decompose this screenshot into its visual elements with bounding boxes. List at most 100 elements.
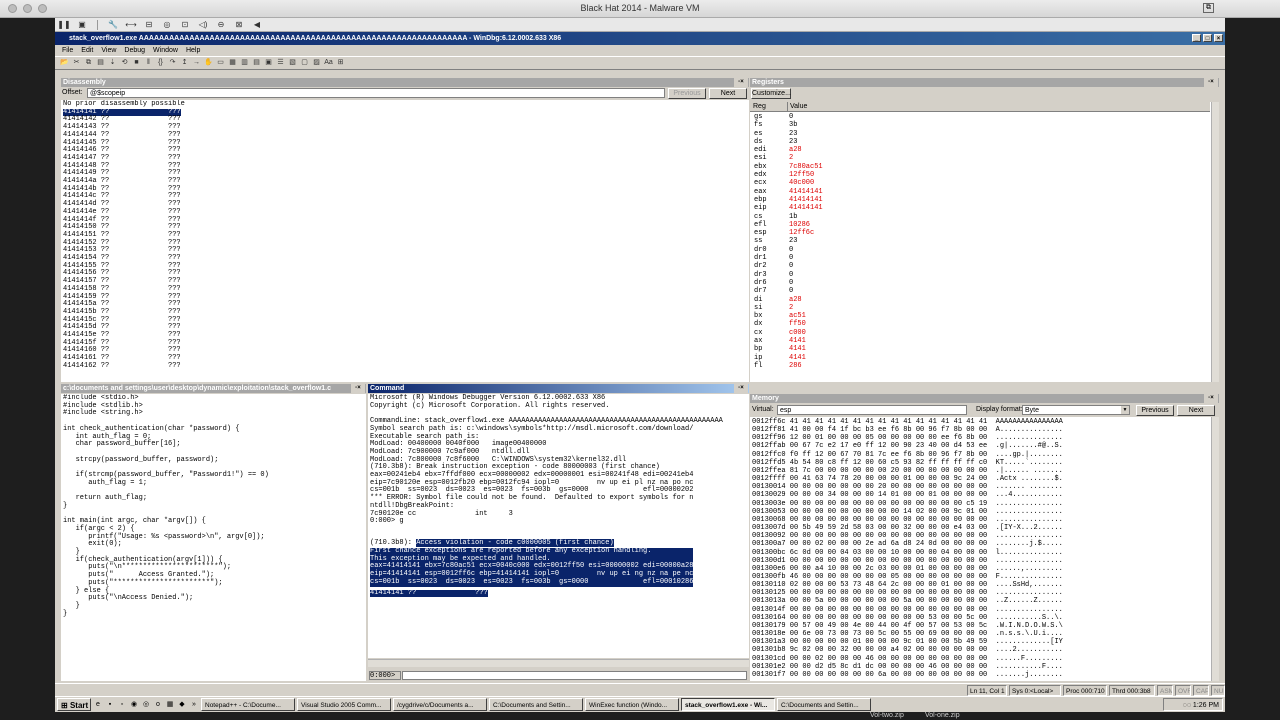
menu-window[interactable]: Window	[150, 45, 181, 56]
register-row[interactable]: dr1 0	[750, 254, 1210, 262]
next-button[interactable]: Next	[709, 88, 747, 99]
register-row[interactable]: edx 12ff50	[750, 171, 1210, 179]
desktop-file[interactable]: Vol-one.zip	[925, 712, 960, 720]
register-row[interactable]: ax 4141	[750, 337, 1210, 345]
cmd-icon[interactable]: ▪	[105, 700, 115, 710]
register-row[interactable]: cx c000	[750, 329, 1210, 337]
close-icon[interactable]: ×	[1214, 34, 1223, 42]
snapshot-icon[interactable]: ▣	[73, 19, 91, 31]
offset-input[interactable]: @$scopeip	[87, 88, 665, 98]
display-format-select[interactable]: Byte ▼	[1022, 405, 1130, 415]
watch-window-icon[interactable]: ▦	[227, 58, 238, 68]
register-row[interactable]: dr0 0	[750, 246, 1210, 254]
register-row[interactable]: dr3 0	[750, 271, 1210, 279]
go-icon[interactable]: ⇣	[107, 58, 118, 68]
col-value[interactable]: Value	[787, 102, 807, 111]
command-input[interactable]	[402, 671, 747, 680]
copy-icon[interactable]: ⧉	[83, 58, 94, 68]
register-row[interactable]: si 2	[750, 304, 1210, 312]
cd-icon[interactable]: ◎	[158, 19, 176, 31]
pane-close-icon[interactable]: ▫×	[734, 78, 748, 87]
lock-icon[interactable]: ⊡	[176, 19, 194, 31]
taskbar-notepadpp[interactable]: Notepad++ - C:\Docume...	[201, 698, 295, 711]
scale-icon[interactable]: ⊠	[230, 19, 248, 31]
pane-close-icon[interactable]: ▫×	[351, 384, 365, 393]
tool-icon[interactable]: ◆	[177, 700, 187, 710]
restart-icon[interactable]: ⟲	[119, 58, 130, 68]
more-icon[interactable]: »	[189, 700, 199, 710]
scratch-pad-icon[interactable]: ▢	[299, 58, 310, 68]
menu-help[interactable]: Help	[183, 45, 203, 56]
source-text-area[interactable]: #include <stdio.h> #include <stdlib.h> #…	[61, 394, 366, 681]
registers-window-icon[interactable]: ▤	[251, 58, 262, 68]
register-row[interactable]: efl 10286	[750, 221, 1210, 229]
menu-view[interactable]: View	[98, 45, 119, 56]
register-row[interactable]: dr7 0	[750, 287, 1210, 295]
minimize-icon[interactable]: _	[1192, 34, 1201, 42]
register-row[interactable]: edi a28	[750, 146, 1210, 154]
register-row[interactable]: bx ac51	[750, 312, 1210, 320]
command-window-icon[interactable]: ▭	[215, 58, 226, 68]
menu-debug[interactable]: Debug	[121, 45, 148, 56]
register-row[interactable]: fs 3b	[750, 121, 1210, 129]
maximize-icon[interactable]: □	[1203, 34, 1212, 42]
menu-edit[interactable]: Edit	[78, 45, 96, 56]
disassembly-window-icon[interactable]: ▧	[287, 58, 298, 68]
register-row[interactable]: dr2 0	[750, 262, 1210, 270]
sound-icon[interactable]: ◁)	[194, 19, 212, 31]
desktop-file[interactable]: Vol-two.zip	[870, 712, 904, 720]
back-icon[interactable]: ◀	[248, 19, 266, 31]
memory-dump[interactable]: 0012ff6c 41 41 41 41 41 41 41 41 41 41 4…	[750, 417, 1219, 681]
virtual-address-input[interactable]: esp	[777, 405, 967, 415]
memory-window-icon[interactable]: ▣	[263, 58, 274, 68]
explorer-icon[interactable]: ▫	[117, 700, 127, 710]
register-row[interactable]: eip 41414141	[750, 204, 1210, 212]
register-row[interactable]: esi 2	[750, 154, 1210, 162]
register-row[interactable]: esp 12ff6c	[750, 229, 1210, 237]
menu-file[interactable]: File	[59, 45, 76, 56]
step-into-icon[interactable]: {}	[155, 58, 166, 68]
register-row[interactable]: ecx 40c000	[750, 179, 1210, 187]
stop-icon[interactable]: ■	[131, 58, 142, 68]
previous-button[interactable]: Previous	[668, 88, 706, 99]
source-mode-icon[interactable]: ▨	[311, 58, 322, 68]
start-button[interactable]: ⊞ Start	[57, 698, 91, 711]
customize-button[interactable]: Customize...	[751, 88, 791, 99]
settings-icon[interactable]: 🔧	[104, 19, 122, 31]
col-reg[interactable]: Reg	[753, 102, 766, 111]
register-row[interactable]: cs 1b	[750, 213, 1210, 221]
cut-icon[interactable]: ✂	[71, 58, 82, 68]
options-icon[interactable]: ⊞	[335, 58, 346, 68]
command-hscrollbar[interactable]	[368, 659, 749, 667]
run-to-cursor-icon[interactable]: →	[191, 58, 202, 68]
register-row[interactable]: ebx 7c80ac51	[750, 163, 1210, 171]
firefox-icon[interactable]: ◉	[129, 700, 139, 710]
register-row[interactable]: es 23	[750, 130, 1210, 138]
opera-icon[interactable]: o	[153, 700, 163, 710]
step-out-icon[interactable]: ↥	[179, 58, 190, 68]
previous-button[interactable]: Previous	[1136, 405, 1174, 416]
chrome-icon[interactable]: ◎	[141, 700, 151, 710]
callstack-window-icon[interactable]: ☰	[275, 58, 286, 68]
pause-icon[interactable]: ❚❚	[55, 19, 73, 31]
locals-window-icon[interactable]: ▥	[239, 58, 250, 68]
pane-close-icon[interactable]: ▫×	[1204, 394, 1218, 403]
register-row[interactable]: ss 23	[750, 237, 1210, 245]
register-row[interactable]: fl 286	[750, 362, 1210, 370]
screen-icon[interactable]: ⊖	[212, 19, 230, 31]
fullscreen-icon[interactable]: ⧉	[1203, 3, 1214, 13]
ie-icon[interactable]: e	[93, 700, 103, 710]
register-row[interactable]: gs 0	[750, 113, 1210, 121]
memory-scrollbar[interactable]	[1211, 417, 1219, 681]
register-row[interactable]: eax 41414141	[750, 188, 1210, 196]
usb-icon[interactable]: ⊟	[140, 19, 158, 31]
command-output[interactable]: Microsoft (R) Windows Debugger Version 6…	[368, 394, 749, 658]
font-icon[interactable]: Aa	[323, 58, 334, 68]
register-row[interactable]: ebp 41414141	[750, 196, 1210, 204]
register-row[interactable]: ip 4141	[750, 354, 1210, 362]
taskbar-explorer[interactable]: C:\Documents and Settin...	[489, 698, 583, 711]
register-row[interactable]: di a28	[750, 296, 1210, 304]
network-icon[interactable]: ⟷	[122, 19, 140, 31]
pane-close-icon[interactable]: ▫×	[1204, 78, 1218, 87]
register-row[interactable]: dx ff50	[750, 320, 1210, 328]
